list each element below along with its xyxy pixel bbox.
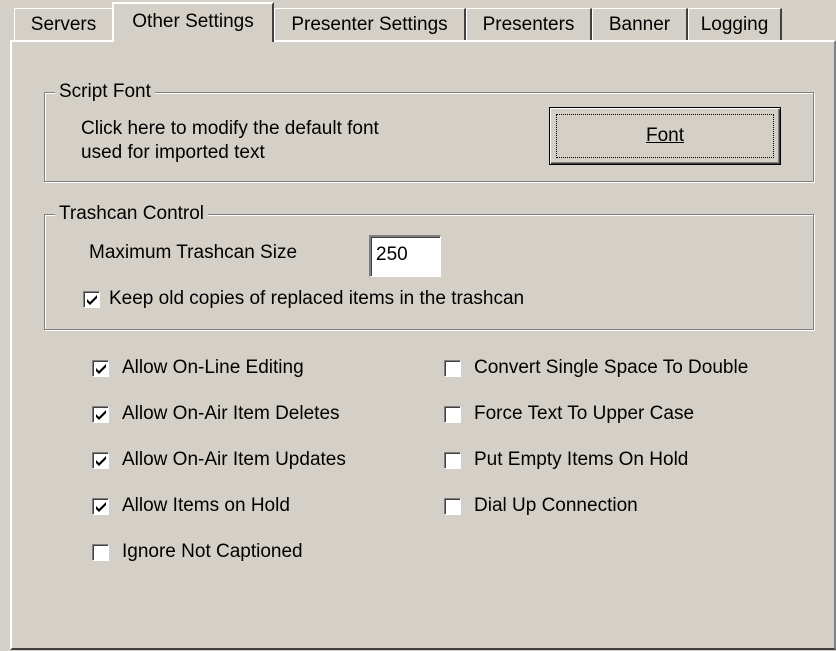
allow-online-editing-checkbox[interactable] <box>92 360 109 377</box>
allow-onair-deletes-label[interactable]: Allow On-Air Item Deletes <box>122 402 340 426</box>
tab-presenter-settings[interactable]: Presenter Settings <box>274 8 466 40</box>
trashcan-control-title: Trashcan Control <box>55 202 209 226</box>
script-font-group: Script Font Click here to modify the def… <box>44 80 814 182</box>
checkmark-icon <box>96 456 106 466</box>
tab-presenters[interactable]: Presenters <box>466 8 592 40</box>
put-empty-on-hold-checkbox[interactable] <box>444 452 461 469</box>
force-upper-case-label[interactable]: Force Text To Upper Case <box>474 402 694 426</box>
put-empty-on-hold-label[interactable]: Put Empty Items On Hold <box>474 448 688 472</box>
script-font-description-line1: Click here to modify the default font <box>81 118 379 139</box>
tab-banner[interactable]: Banner <box>592 8 688 40</box>
settings-panel: Script Font Click here to modify the def… <box>10 40 836 650</box>
script-font-title: Script Font <box>55 80 155 104</box>
dial-up-connection-label[interactable]: Dial Up Connection <box>474 494 638 518</box>
trashcan-control-group: Trashcan Control Maximum Trashcan Size 2… <box>44 202 814 330</box>
allow-items-on-hold-checkbox[interactable] <box>92 498 109 515</box>
script-font-description-line2: used for imported text <box>81 142 265 163</box>
checkmark-icon <box>96 364 106 374</box>
tab-logging[interactable]: Logging <box>688 8 782 40</box>
allow-onair-updates-checkbox[interactable] <box>92 452 109 469</box>
keep-copies-label[interactable]: Keep old copies of replaced items in the… <box>109 287 524 311</box>
keep-copies-checkbox[interactable] <box>83 291 100 308</box>
checkmark-icon <box>87 295 97 305</box>
allow-online-editing-label[interactable]: Allow On-Line Editing <box>122 356 304 380</box>
convert-single-space-checkbox[interactable] <box>444 360 461 377</box>
allow-onair-updates-label[interactable]: Allow On-Air Item Updates <box>122 448 346 472</box>
checkmark-icon <box>96 502 106 512</box>
allow-items-on-hold-label[interactable]: Allow Items on Hold <box>122 494 290 518</box>
font-button-focus: Font <box>556 114 774 158</box>
ignore-not-captioned-checkbox[interactable] <box>92 544 109 561</box>
trashcan-size-label: Maximum Trashcan Size <box>89 242 298 263</box>
tab-servers[interactable]: Servers <box>14 8 114 40</box>
dial-up-connection-checkbox[interactable] <box>444 498 461 515</box>
tab-other-settings[interactable]: Other Settings <box>112 2 274 42</box>
allow-onair-deletes-checkbox[interactable] <box>92 406 109 423</box>
font-button[interactable]: Font <box>549 107 781 165</box>
checkmark-icon <box>96 410 106 420</box>
trashcan-size-input[interactable]: 250 <box>369 235 441 277</box>
ignore-not-captioned-label[interactable]: Ignore Not Captioned <box>122 540 303 564</box>
force-upper-case-checkbox[interactable] <box>444 406 461 423</box>
convert-single-space-label[interactable]: Convert Single Space To Double <box>474 356 748 380</box>
font-button-label: Font <box>645 125 685 146</box>
